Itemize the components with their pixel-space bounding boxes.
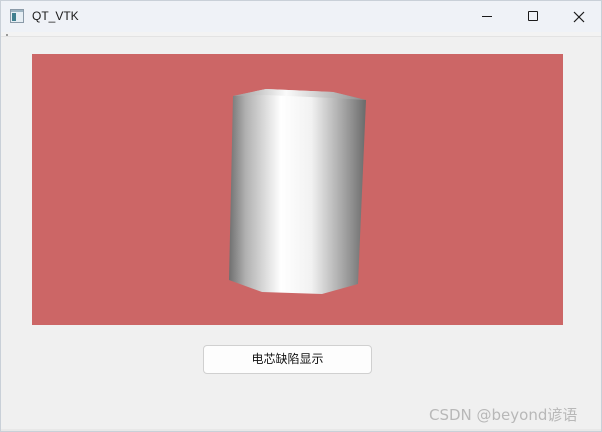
cylinder-body bbox=[229, 89, 366, 294]
minimize-icon bbox=[482, 16, 492, 17]
show-defect-button[interactable]: 电芯缺陷显示 bbox=[203, 345, 372, 374]
watermark-text: CSDN @beyond谚语 bbox=[429, 406, 578, 424]
menu-bar bbox=[1, 32, 601, 37]
cylinder-render bbox=[229, 89, 366, 294]
title-bar[interactable]: QT_VTK bbox=[1, 1, 601, 32]
window-title: QT_VTK bbox=[32, 9, 79, 23]
status-bar bbox=[1, 429, 601, 431]
close-icon bbox=[573, 11, 585, 23]
maximize-button[interactable] bbox=[510, 1, 556, 32]
minimize-button[interactable] bbox=[464, 1, 510, 32]
menu-grip-icon bbox=[6, 34, 8, 36]
app-window: QT_VTK 电芯缺陷显示 CSDN @beyond谚语 bbox=[0, 0, 602, 432]
vtk-render-view[interactable] bbox=[32, 54, 563, 325]
app-icon bbox=[10, 9, 24, 23]
maximize-icon bbox=[528, 11, 538, 21]
close-button[interactable] bbox=[556, 1, 602, 32]
